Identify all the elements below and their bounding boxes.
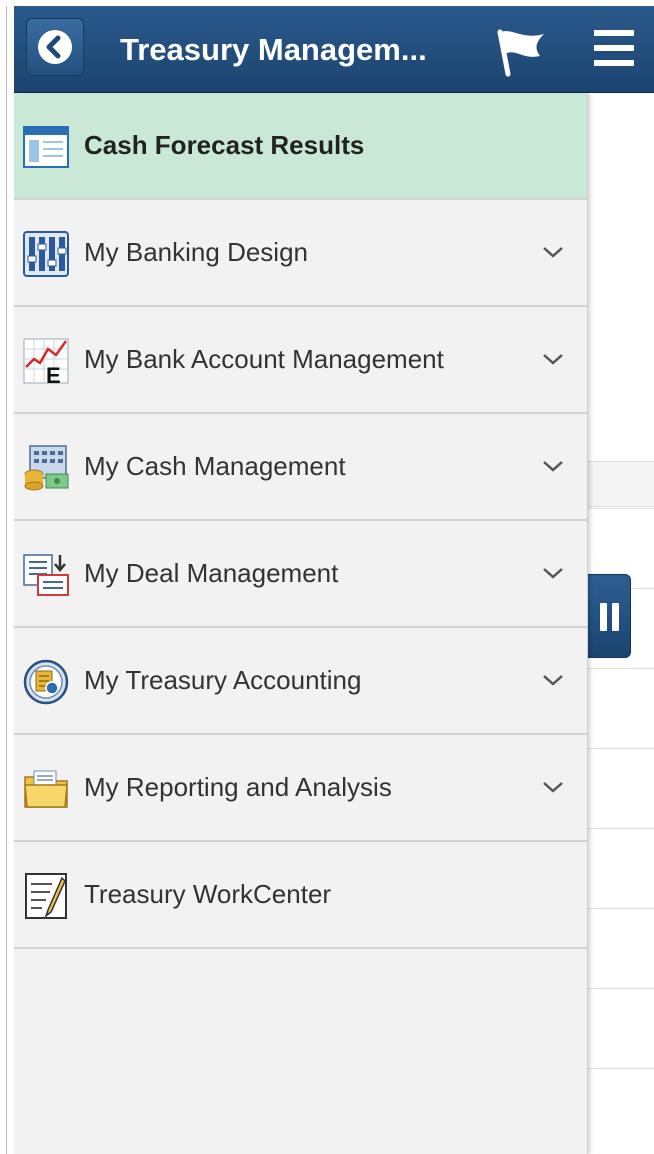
menu-item-label: My Reporting and Analysis: [84, 772, 392, 802]
chevron-left-icon: [38, 30, 72, 64]
menu-item-label: My Banking Design: [84, 237, 308, 267]
chevron-down-icon[interactable]: [540, 456, 566, 481]
chart-e-icon: E: [22, 337, 70, 388]
chevron-down-icon[interactable]: [540, 242, 566, 267]
menu-item-my-deal-management[interactable]: My Deal Management: [14, 521, 587, 628]
chevron-down-icon[interactable]: [540, 349, 566, 374]
navigation-menu: Cash Forecast Results My Banking Design: [14, 93, 588, 1154]
deal-forms-icon: [22, 551, 70, 599]
menu-item-label: Cash Forecast Results: [84, 130, 365, 160]
menu-item-label: My Deal Management: [84, 558, 339, 588]
app-frame: Treasury Managem... Cash Forecast Result…: [6, 6, 654, 1154]
sliders-icon: [22, 230, 70, 278]
svg-text:E: E: [46, 363, 61, 385]
folder-icon: [22, 765, 70, 813]
app-header: Treasury Managem...: [14, 6, 654, 93]
menu-item-my-bank-account-management[interactable]: E My Bank Account Management: [14, 307, 587, 414]
chevron-down-icon[interactable]: [540, 777, 566, 802]
menu-item-my-treasury-accounting[interactable]: My Treasury Accounting: [14, 628, 587, 735]
menu-item-treasury-workcenter[interactable]: Treasury WorkCenter: [14, 842, 587, 949]
chevron-down-icon[interactable]: [540, 670, 566, 695]
menu-item-label: My Cash Management: [84, 451, 346, 481]
workcenter-notepad-icon: [22, 872, 70, 920]
menu-item-my-reporting-and-analysis[interactable]: My Reporting and Analysis: [14, 735, 587, 842]
chevron-down-icon[interactable]: [540, 563, 566, 588]
cash-calculator-icon: [22, 444, 70, 492]
menu-item-cash-forecast-results[interactable]: Cash Forecast Results: [14, 93, 587, 200]
menu-item-my-banking-design[interactable]: My Banking Design: [14, 200, 587, 307]
menu-item-my-cash-management[interactable]: My Cash Management: [14, 414, 587, 521]
flag-icon[interactable]: [492, 26, 548, 83]
page-title: Treasury Managem...: [120, 32, 427, 67]
menu-item-label: My Bank Account Management: [84, 344, 444, 374]
back-button[interactable]: [26, 18, 84, 76]
pause-icon[interactable]: [587, 574, 631, 658]
menu-item-label: Treasury WorkCenter: [84, 879, 332, 909]
page-layout-icon: [22, 125, 70, 173]
accounting-globe-icon: [22, 658, 70, 706]
background-band: [587, 461, 654, 507]
menu-item-label: My Treasury Accounting: [84, 665, 362, 695]
hamburger-icon[interactable]: [592, 28, 636, 73]
